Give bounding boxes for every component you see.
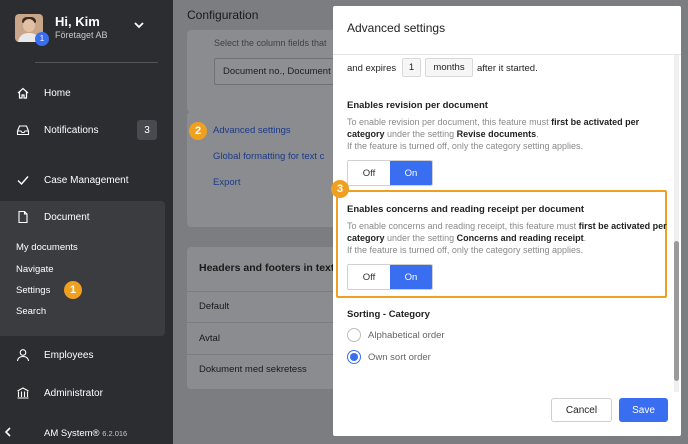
revision-toggle: Off On xyxy=(347,160,433,186)
sidebar-item-administrator[interactable]: Administrator xyxy=(0,379,173,407)
app-name: AM System® 6.2.016 xyxy=(44,428,128,439)
chevron-left-icon[interactable] xyxy=(4,427,12,440)
revision-on-button[interactable]: On xyxy=(390,161,432,185)
sidebar-item-label: Home xyxy=(44,87,71,99)
sidebar-item-home[interactable]: Home xyxy=(0,79,173,107)
person-icon xyxy=(15,347,31,363)
notification-count-badge: 3 xyxy=(137,120,157,140)
user-menu[interactable]: 1 Hi, Kim Företaget AB xyxy=(14,12,164,48)
modal-title: Advanced settings xyxy=(347,21,446,35)
modal-footer: Cancel Save xyxy=(333,392,681,436)
sidebar-item-label: Administrator xyxy=(44,387,103,399)
modal-body: and expires 1 months after it started. E… xyxy=(333,55,673,392)
inbox-icon xyxy=(15,122,31,138)
revision-title: Enables revision per document xyxy=(347,100,488,111)
sidebar-item-label: Document xyxy=(44,211,90,223)
sidebar-item-notifications[interactable]: Notifications 3 xyxy=(0,116,173,144)
header-row[interactable]: Default xyxy=(199,301,229,312)
export-link[interactable]: Export xyxy=(213,177,240,188)
radio-button[interactable] xyxy=(347,328,361,342)
concerns-off-button[interactable]: Off xyxy=(348,265,390,289)
concerns-description: To enable concerns and reading receipt, … xyxy=(347,221,667,255)
sidebar-item-employees[interactable]: Employees xyxy=(0,341,173,369)
save-button[interactable]: Save xyxy=(619,398,668,422)
step-marker-2: 2 xyxy=(189,122,207,140)
sidebar-subitem-my-documents[interactable]: My documents xyxy=(16,242,78,253)
sidebar-divider xyxy=(35,62,158,63)
header-row[interactable]: Avtal xyxy=(199,333,220,344)
cancel-button[interactable]: Cancel xyxy=(551,398,612,422)
revision-description: To enable revision per document, this fe… xyxy=(347,117,640,151)
home-icon xyxy=(15,85,31,101)
global-formatting-link[interactable]: Global formatting for text c xyxy=(213,151,324,162)
scrollbar-thumb[interactable] xyxy=(674,241,679,381)
sorting-title: Sorting - Category xyxy=(347,309,430,320)
page-title: Configuration xyxy=(187,8,259,22)
app-version: 6.2.016 xyxy=(102,429,128,438)
modal-scrollbar[interactable] xyxy=(674,55,679,392)
expires-value-input[interactable]: 1 xyxy=(402,58,421,77)
user-company: Företaget AB xyxy=(55,30,108,40)
column-fields-hint: Select the column fields that xyxy=(214,38,327,48)
header-row[interactable]: Dokument med sekretess xyxy=(199,364,307,375)
expires-unit-select[interactable]: months xyxy=(425,58,473,77)
sort-option-label: Own sort order xyxy=(368,351,431,363)
concerns-toggle: Off On xyxy=(347,264,433,290)
user-greeting: Hi, Kim xyxy=(55,14,100,29)
step-marker-1: 1 xyxy=(64,281,82,299)
radio-button-selected[interactable] xyxy=(347,350,361,364)
revision-off-button[interactable]: Off xyxy=(348,161,390,185)
sidebar-subitem-search[interactable]: Search xyxy=(16,306,46,317)
building-icon xyxy=(15,385,31,401)
sidebar-subitem-settings[interactable]: Settings xyxy=(16,285,50,296)
expires-prefix: and expires xyxy=(347,63,397,74)
sidebar-item-label: Notifications xyxy=(44,124,99,136)
expires-suffix: after it started. xyxy=(477,63,538,74)
advanced-settings-modal: Advanced settings and expires 1 months a… xyxy=(333,6,681,436)
advanced-settings-link[interactable]: Advanced settings xyxy=(213,125,291,136)
sidebar-subitem-navigate[interactable]: Navigate xyxy=(16,264,54,275)
sidebar-item-label: Case Management xyxy=(44,174,129,186)
sidebar: 1 Hi, Kim Företaget AB Home Notification… xyxy=(0,0,173,444)
avatar-badge: 1 xyxy=(35,32,49,46)
check-icon xyxy=(15,172,31,188)
sort-option-label: Alphabetical order xyxy=(368,329,445,341)
sort-option-own[interactable]: Own sort order xyxy=(347,350,431,364)
document-icon xyxy=(15,209,31,225)
sidebar-footer: AM System® 6.2.016 xyxy=(0,422,173,444)
headers-footers-title: Headers and footers in text xyxy=(199,262,335,274)
document-group: Document My documents Navigate Settings … xyxy=(0,201,165,336)
sort-option-alphabetical[interactable]: Alphabetical order xyxy=(347,328,445,342)
sidebar-item-label: Employees xyxy=(44,349,94,361)
step-marker-3: 3 xyxy=(331,180,349,198)
concerns-title: Enables concerns and reading receipt per… xyxy=(347,204,585,215)
sidebar-item-case-management[interactable]: Case Management xyxy=(0,166,173,194)
sidebar-item-document[interactable]: Document xyxy=(0,203,165,231)
chevron-down-icon[interactable] xyxy=(134,18,144,33)
concerns-on-button[interactable]: On xyxy=(390,265,432,289)
